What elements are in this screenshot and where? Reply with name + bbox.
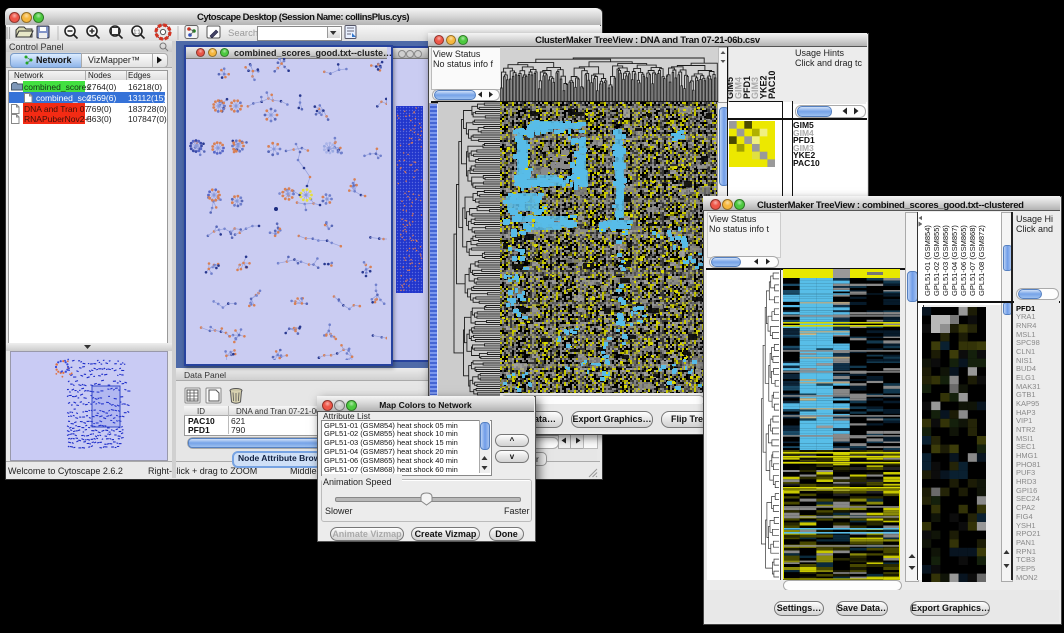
svg-text:GPL51-02 (GSM855): GPL51-02 (GSM855) bbox=[932, 225, 941, 296]
svg-text:GPL51-08 (GSM872): GPL51-08 (GSM872) bbox=[977, 225, 986, 296]
svg-text:GPL51-03 (GSM856): GPL51-03 (GSM856) bbox=[941, 225, 950, 296]
svg-text:GPL51-04 (GSM857): GPL51-04 (GSM857) bbox=[950, 225, 959, 296]
svg-text:GPL51-07 (GSM868): GPL51-07 (GSM868) bbox=[968, 225, 977, 296]
svg-text:GPL51-06 (GSM865): GPL51-06 (GSM865) bbox=[959, 225, 968, 296]
svg-text:1:1: 1:1 bbox=[134, 30, 141, 36]
svg-text:GPL51-01 (GSM854): GPL51-01 (GSM854) bbox=[923, 225, 932, 296]
svg-text:PAC10: PAC10 bbox=[767, 71, 777, 99]
